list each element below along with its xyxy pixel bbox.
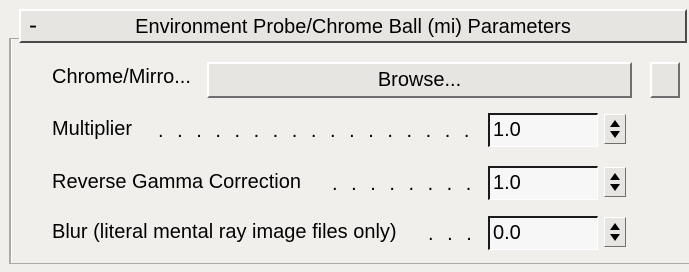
reverse-gamma-leader-dots: . . . . . . . . . . . . . . . . . . . . bbox=[332, 173, 484, 195]
rollout-frame-bottom bbox=[9, 263, 689, 264]
reverse-gamma-input[interactable]: 1.0 bbox=[488, 166, 598, 200]
blur-label: Blur (literal mental ray image files onl… bbox=[52, 221, 397, 243]
blur-leader-dots: . . . . . . . . bbox=[428, 223, 484, 245]
multiplier-input[interactable]: 1.0 bbox=[488, 113, 598, 147]
triangle-down-icon[interactable] bbox=[610, 184, 620, 191]
triangle-down-icon[interactable] bbox=[610, 131, 620, 138]
triangle-up-icon[interactable] bbox=[610, 120, 620, 127]
chrome-map-label: Chrome/Mirro... bbox=[52, 66, 191, 88]
rollout-title: Environment Probe/Chrome Ball (mi) Param… bbox=[135, 16, 571, 38]
blur-input[interactable]: 0.0 bbox=[488, 216, 598, 250]
multiplier-label: Multiplier bbox=[52, 118, 133, 140]
map-options-button[interactable] bbox=[650, 62, 680, 98]
triangle-down-icon[interactable] bbox=[610, 234, 620, 241]
triangle-up-icon[interactable] bbox=[610, 173, 620, 180]
browse-button[interactable]: Browse... bbox=[207, 62, 632, 98]
rollout-frame-left bbox=[9, 38, 12, 264]
reverse-gamma-spinner[interactable] bbox=[604, 167, 626, 197]
reverse-gamma-label: Reverse Gamma Correction bbox=[52, 171, 301, 193]
triangle-up-icon[interactable] bbox=[610, 223, 620, 230]
blur-spinner[interactable] bbox=[604, 217, 626, 247]
multiplier-leader-dots: . . . . . . . . . . . . . . . . . . . . … bbox=[158, 120, 484, 142]
rollout-header[interactable]: - Environment Probe/Chrome Ball (mi) Par… bbox=[19, 9, 687, 43]
multiplier-spinner[interactable] bbox=[604, 114, 626, 144]
